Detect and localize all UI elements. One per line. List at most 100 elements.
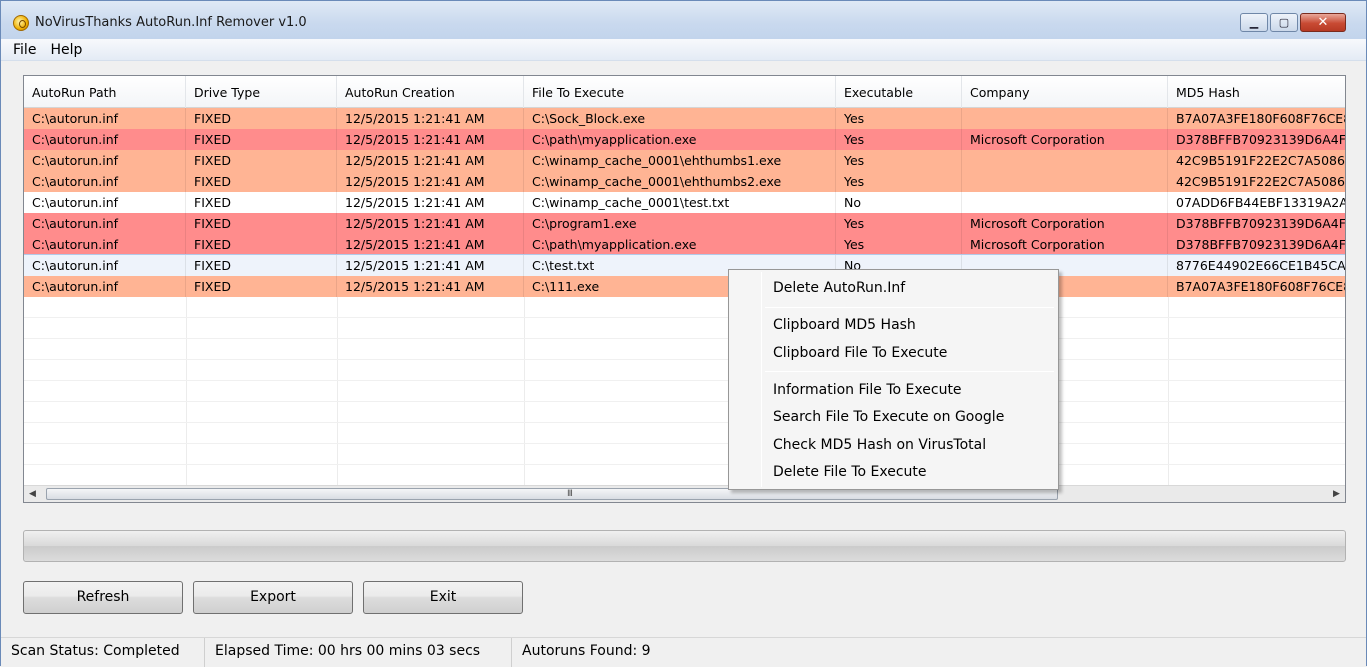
cell-company — [962, 150, 1168, 171]
cell-file-to-execute: C:\path\myapplication.exe — [524, 234, 836, 255]
horizontal-scrollbar[interactable]: ◀ III ▶ — [24, 485, 1345, 502]
cell-autorun-path: C:\autorun.inf — [24, 108, 186, 129]
column-header-md5-hash[interactable]: MD5 Hash — [1168, 76, 1345, 108]
table-row[interactable]: C:\autorun.inf FIXED 12/5/2015 1:21:41 AM C… — [24, 276, 1345, 297]
menu-item-search-google[interactable]: Search File To Execute on Google — [773, 407, 1004, 427]
close-button[interactable]: ✕ — [1300, 13, 1346, 32]
column-header-autorun-path[interactable]: AutoRun Path — [24, 76, 186, 108]
minimize-button[interactable]: ▁ — [1240, 13, 1268, 32]
cell-company — [962, 171, 1168, 192]
empty-row — [24, 339, 1345, 360]
context-menu-icon-column — [761, 272, 762, 487]
cell-autorun-path: C:\autorun.inf — [24, 234, 186, 255]
scroll-left-icon[interactable]: ◀ — [24, 486, 41, 502]
column-header-file-to-execute[interactable]: File To Execute — [524, 76, 836, 108]
scroll-grip-icon: III — [567, 489, 573, 499]
column-header-drive-type[interactable]: Drive Type — [186, 76, 337, 108]
cell-company: Microsoft Corporation — [962, 234, 1168, 255]
exit-button[interactable]: Exit — [363, 581, 523, 614]
context-menu: Delete AutoRun.Inf Clipboard MD5 Hash Cl… — [728, 269, 1059, 490]
cell-executable: Yes — [836, 171, 962, 192]
cell-autorun-path: C:\autorun.inf — [24, 213, 186, 234]
empty-row — [24, 402, 1345, 423]
cell-autorun-path: C:\autorun.inf — [24, 255, 186, 276]
column-header-executable[interactable]: Executable — [836, 76, 962, 108]
autorun-list[interactable]: AutoRun Path Drive Type AutoRun Creation… — [23, 75, 1346, 503]
cell-file-to-execute: C:\winamp_cache_0001\test.txt — [524, 192, 836, 213]
cell-autorun-path: C:\autorun.inf — [24, 276, 186, 297]
cell-drive-type: FIXED — [186, 108, 337, 129]
cell-autorun-creation: 12/5/2015 1:21:41 AM — [337, 213, 524, 234]
column-header-company[interactable]: Company — [962, 76, 1168, 108]
table-row[interactable]: C:\autorun.inf FIXED 12/5/2015 1:21:41 AM C… — [24, 108, 1345, 129]
refresh-button[interactable]: Refresh — [23, 581, 183, 614]
menu-help[interactable]: Help — [50, 42, 82, 58]
list-header: AutoRun Path Drive Type AutoRun Creation… — [24, 76, 1345, 108]
cell-md5-hash: 42C9B5191F22E2C7A50860 — [1168, 171, 1345, 192]
menu-item-clipboard-md5[interactable]: Clipboard MD5 Hash — [773, 315, 916, 335]
cell-md5-hash: B7A07A3FE180F608F76CE8 — [1168, 108, 1345, 129]
table-row[interactable]: C:\autorun.inf FIXED 12/5/2015 1:21:41 AM C… — [24, 213, 1345, 234]
cell-drive-type: FIXED — [186, 213, 337, 234]
cell-autorun-creation: 12/5/2015 1:21:41 AM — [337, 108, 524, 129]
cell-autorun-path: C:\autorun.inf — [24, 192, 186, 213]
cell-autorun-creation: 12/5/2015 1:21:41 AM — [337, 276, 524, 297]
app-window: NoVirusThanks AutoRun.Inf Remover v1.0 ▁… — [0, 0, 1367, 667]
menu-item-check-virustotal[interactable]: Check MD5 Hash on VirusTotal — [773, 435, 986, 455]
cell-autorun-creation: 12/5/2015 1:21:41 AM — [337, 255, 524, 276]
empty-row — [24, 297, 1345, 318]
export-button[interactable]: Export — [193, 581, 353, 614]
cell-company: Microsoft Corporation — [962, 129, 1168, 150]
autoruns-found: Autoruns Found: 9 — [522, 643, 651, 659]
cell-file-to-execute: C:\program1.exe — [524, 213, 836, 234]
elapsed-time: Elapsed Time: 00 hrs 00 mins 03 secs — [205, 638, 512, 667]
cell-autorun-creation: 12/5/2015 1:21:41 AM — [337, 129, 524, 150]
cell-autorun-creation: 12/5/2015 1:21:41 AM — [337, 234, 524, 255]
cell-drive-type: FIXED — [186, 255, 337, 276]
empty-row — [24, 381, 1345, 402]
cell-md5-hash: D378BFFB70923139D6A4F5 — [1168, 234, 1345, 255]
cell-autorun-path: C:\autorun.inf — [24, 171, 186, 192]
cell-file-to-execute: C:\winamp_cache_0001\ehthumbs1.exe — [524, 150, 836, 171]
cell-executable: Yes — [836, 234, 962, 255]
cell-md5-hash: B7A07A3FE180F608F76CE8 — [1168, 276, 1345, 297]
column-header-autorun-creation[interactable]: AutoRun Creation — [337, 76, 524, 108]
table-row[interactable]: C:\autorun.inf FIXED 12/5/2015 1:21:41 AM C… — [24, 150, 1345, 171]
window-controls: ▁ ▢ ✕ — [1240, 13, 1346, 32]
empty-row — [24, 360, 1345, 381]
menu-item-delete-autorun[interactable]: Delete AutoRun.Inf — [773, 278, 905, 298]
cell-executable: Yes — [836, 129, 962, 150]
scroll-right-icon[interactable]: ▶ — [1328, 486, 1345, 502]
cell-autorun-creation: 12/5/2015 1:21:41 AM — [337, 192, 524, 213]
table-row[interactable]: C:\autorun.inf FIXED 12/5/2015 1:21:41 AM C… — [24, 234, 1345, 255]
cell-executable: Yes — [836, 108, 962, 129]
cell-autorun-creation: 12/5/2015 1:21:41 AM — [337, 150, 524, 171]
scan-progress-bar — [23, 530, 1346, 562]
cell-md5-hash: D378BFFB70923139D6A4F5 — [1168, 213, 1345, 234]
menu-separator — [765, 371, 1054, 372]
table-row[interactable]: C:\autorun.inf FIXED 12/5/2015 1:21:41 AM C… — [24, 192, 1345, 213]
empty-row — [24, 318, 1345, 339]
cell-company — [962, 108, 1168, 129]
menu-item-delete-file[interactable]: Delete File To Execute — [773, 462, 927, 482]
table-row[interactable]: C:\autorun.inf FIXED 12/5/2015 1:21:41 AM C… — [24, 129, 1345, 150]
cell-md5-hash: 07ADD6FB44EBF13319A2A0 — [1168, 192, 1345, 213]
cell-file-to-execute: C:\path\myapplication.exe — [524, 129, 836, 150]
cell-company: Microsoft Corporation — [962, 213, 1168, 234]
cell-file-to-execute: C:\Sock_Block.exe — [524, 108, 836, 129]
menu-file[interactable]: File — [13, 42, 36, 58]
empty-row — [24, 423, 1345, 444]
table-row[interactable]: C:\autorun.inf FIXED 12/5/2015 1:21:41 AM C… — [24, 171, 1345, 192]
maximize-button[interactable]: ▢ — [1270, 13, 1298, 32]
menu-item-information-file[interactable]: Information File To Execute — [773, 380, 962, 400]
cell-company — [962, 192, 1168, 213]
cell-drive-type: FIXED — [186, 234, 337, 255]
status-bar: Scan Status: Completed Elapsed Time: 00 … — [1, 637, 1366, 667]
cell-autorun-path: C:\autorun.inf — [24, 129, 186, 150]
cell-autorun-path: C:\autorun.inf — [24, 150, 186, 171]
menu-item-clipboard-file[interactable]: Clipboard File To Execute — [773, 343, 947, 363]
menu-bar: File Help — [1, 39, 1366, 61]
table-row[interactable]: C:\autorun.inf FIXED 12/5/2015 1:21:41 AM C… — [24, 254, 1345, 277]
title-bar[interactable]: NoVirusThanks AutoRun.Inf Remover v1.0 ▁… — [1, 1, 1366, 39]
cell-autorun-creation: 12/5/2015 1:21:41 AM — [337, 171, 524, 192]
